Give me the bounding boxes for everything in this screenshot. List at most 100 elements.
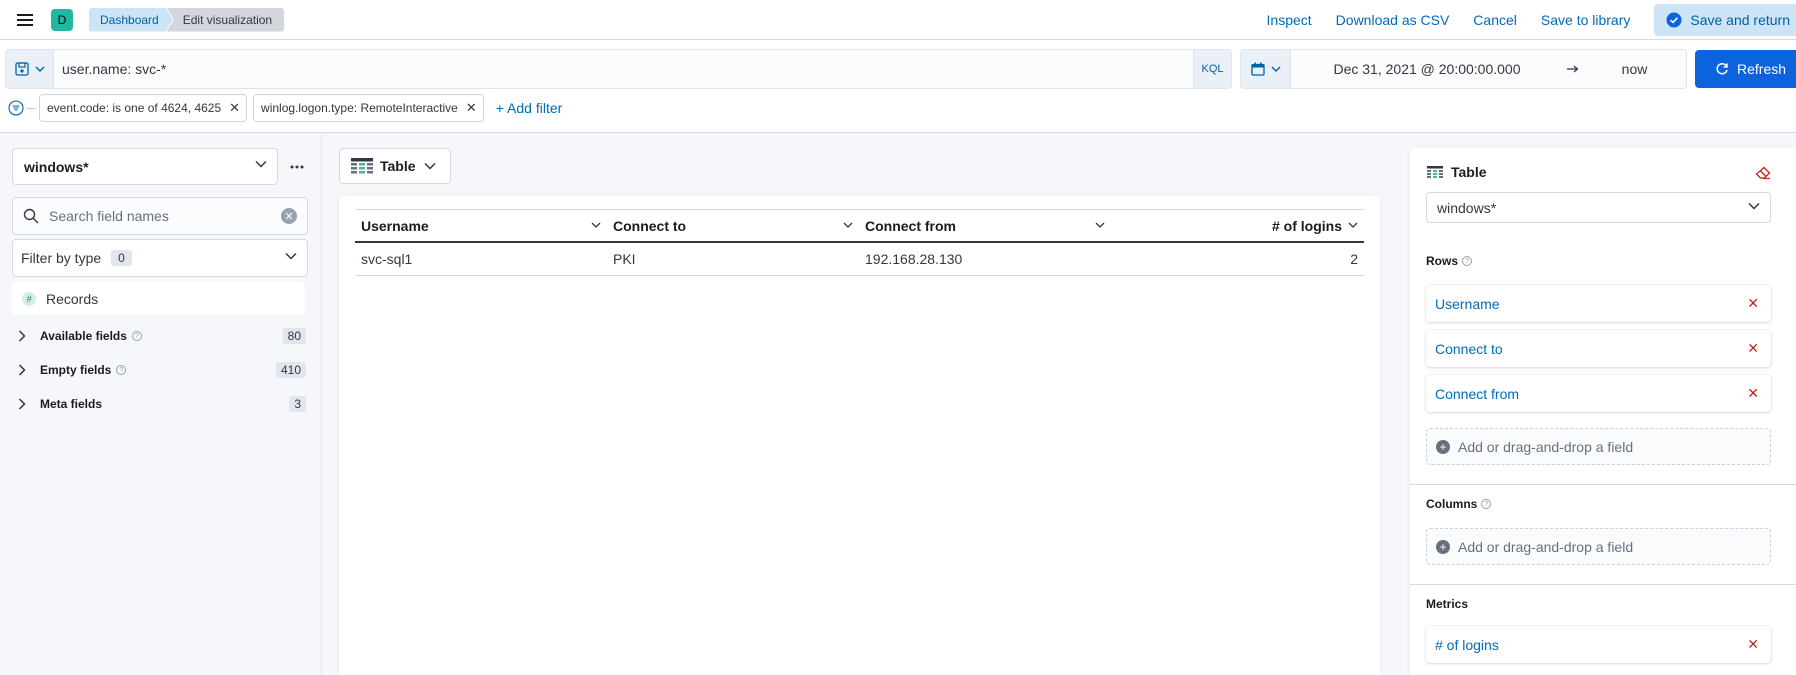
- add-column-field-dropzone[interactable]: + Add or drag-and-drop a field: [1426, 528, 1771, 565]
- chevron-right-icon: [18, 330, 30, 342]
- more-options-icon[interactable]: [288, 158, 306, 176]
- metric-logins[interactable]: # of logins ✕: [1426, 626, 1771, 663]
- query-bar: user.name: svc-* KQL Dec 31, 2021 @ 20:0…: [0, 40, 1796, 133]
- space-avatar[interactable]: D: [51, 8, 73, 31]
- dropzone-label: Add or drag-and-drop a field: [1458, 538, 1634, 555]
- chevron-down-icon[interactable]: [1095, 222, 1105, 228]
- download-csv-button[interactable]: Download as CSV: [1336, 12, 1450, 28]
- eraser-icon[interactable]: [1755, 166, 1771, 180]
- save-and-return-label: Save and return: [1690, 11, 1790, 28]
- column-header-username[interactable]: Username: [355, 210, 607, 241]
- header-actions: Inspect Download as CSV Cancel Save to l…: [1243, 0, 1796, 40]
- section-label: Available fields: [40, 329, 127, 343]
- help-icon[interactable]: ?: [1481, 499, 1492, 509]
- save-to-library-button[interactable]: Save to library: [1541, 12, 1630, 28]
- chevron-down-icon: [285, 252, 297, 260]
- available-fields-section[interactable]: Available fields ? 80: [18, 325, 306, 347]
- row-dimension-username[interactable]: Username ✕: [1426, 285, 1771, 322]
- query-language-button[interactable]: KQL: [1193, 50, 1231, 88]
- chevron-down-icon[interactable]: [591, 222, 601, 228]
- filter-count-badge: 0: [111, 250, 132, 266]
- breadcrumb-edit-visualization: Edit visualization: [166, 7, 285, 32]
- help-icon[interactable]: ?: [131, 331, 142, 341]
- chevron-down-icon: [1748, 202, 1760, 210]
- filter-menu-icon[interactable]: [8, 100, 24, 116]
- refresh-button[interactable]: Refresh: [1695, 50, 1796, 88]
- close-icon[interactable]: ✕: [229, 100, 240, 116]
- records-field[interactable]: # Records: [12, 282, 305, 315]
- meta-fields-section[interactable]: Meta fields 3: [18, 393, 306, 415]
- plus-icon: +: [1436, 439, 1450, 454]
- inspect-button[interactable]: Inspect: [1267, 12, 1312, 28]
- breadcrumb: Dashboard Edit visualization: [89, 7, 285, 32]
- close-icon[interactable]: ✕: [466, 100, 477, 116]
- rows-title-label: Rows: [1426, 254, 1459, 268]
- filter-bar: event.code: is one of 4624, 4625 ✕ winlo…: [8, 93, 562, 123]
- save-icon: [14, 62, 29, 76]
- dropzone-label: Add or drag-and-drop a field: [1458, 438, 1634, 455]
- save-and-return-button[interactable]: Save and return: [1654, 3, 1796, 36]
- field-search[interactable]: Search field names ✕: [12, 197, 308, 235]
- chevron-down-icon: [1271, 66, 1281, 72]
- refresh-icon: [1715, 62, 1729, 76]
- refresh-label: Refresh: [1737, 61, 1787, 77]
- plus-icon: +: [1436, 539, 1450, 554]
- metrics-group-title: Metrics: [1426, 597, 1468, 611]
- search-placeholder: Search field names: [49, 208, 169, 224]
- date-picker: Dec 31, 2021 @ 20:00:00.000 now: [1240, 49, 1687, 89]
- empty-fields-section[interactable]: Empty fields ? 410: [18, 359, 306, 381]
- saved-query-button[interactable]: [6, 50, 54, 88]
- records-label: Records: [46, 290, 99, 307]
- column-label: Connect to: [613, 217, 687, 234]
- close-icon[interactable]: ✕: [1747, 340, 1759, 357]
- help-icon[interactable]: ?: [1462, 256, 1473, 266]
- data-view-selector[interactable]: windows*: [12, 148, 278, 185]
- divider: [1410, 584, 1796, 585]
- clear-search-icon[interactable]: ✕: [281, 208, 297, 224]
- column-header-logins[interactable]: # of logins: [1111, 210, 1364, 241]
- cancel-button[interactable]: Cancel: [1473, 12, 1517, 28]
- filter-divider: [27, 107, 36, 109]
- layer-data-view-select[interactable]: windows*: [1426, 192, 1771, 223]
- start-date[interactable]: Dec 31, 2021 @ 20:00:00.000: [1291, 61, 1563, 77]
- table-header-row: Username Connect to Connect from # of lo…: [355, 209, 1364, 243]
- close-icon[interactable]: ✕: [1747, 385, 1759, 402]
- table-cell[interactable]: PKI: [607, 243, 859, 275]
- section-count: 410: [275, 362, 306, 378]
- close-icon[interactable]: ✕: [1747, 295, 1759, 312]
- columns-group-title: Columns ?: [1426, 497, 1492, 511]
- table-cell[interactable]: 192.168.28.130: [859, 243, 1111, 275]
- query-input[interactable]: user.name: svc-*: [54, 61, 1193, 77]
- row-dimension-connect-to[interactable]: Connect to ✕: [1426, 330, 1771, 367]
- dimension-label: Connect to: [1435, 340, 1503, 357]
- filter-by-type-button[interactable]: Filter by type 0: [12, 239, 308, 277]
- add-row-field-dropzone[interactable]: + Add or drag-and-drop a field: [1426, 428, 1771, 465]
- dimension-label: Connect from: [1435, 385, 1520, 402]
- menu-icon[interactable]: [13, 8, 37, 32]
- filter-pill-label: winlog.logon.type: RemoteInteractive: [261, 101, 458, 115]
- end-date[interactable]: now: [1583, 61, 1686, 77]
- section-label: Meta fields: [40, 397, 103, 411]
- dimension-label: Username: [1435, 295, 1500, 312]
- filter-pill-event-code[interactable]: event.code: is one of 4624, 4625 ✕: [39, 94, 248, 122]
- quick-select-button[interactable]: [1241, 50, 1291, 88]
- table-cell[interactable]: 2: [1111, 243, 1364, 275]
- close-icon[interactable]: ✕: [1747, 636, 1759, 653]
- filter-pill-logon-type[interactable]: winlog.logon.type: RemoteInteractive ✕: [253, 94, 484, 122]
- metrics-title-label: Metrics: [1426, 597, 1469, 611]
- chevron-down-icon[interactable]: [843, 222, 853, 228]
- add-filter-button[interactable]: + Add filter: [496, 100, 563, 116]
- column-header-connect-from[interactable]: Connect from: [859, 210, 1111, 241]
- column-label: Username: [361, 217, 429, 234]
- table-cell[interactable]: svc-sql1: [355, 243, 607, 275]
- breadcrumb-dashboard[interactable]: Dashboard: [89, 8, 173, 32]
- visualization-panel: Username Connect to Connect from # of lo…: [339, 196, 1380, 675]
- help-icon[interactable]: ?: [116, 365, 127, 375]
- table-icon: [1427, 166, 1443, 178]
- data-view-label: windows*: [24, 158, 89, 175]
- column-header-connect-to[interactable]: Connect to: [607, 210, 859, 241]
- chevron-down-icon[interactable]: [1348, 222, 1358, 228]
- chevron-down-icon: [424, 162, 436, 170]
- visualization-type-switch[interactable]: Table: [339, 148, 451, 184]
- row-dimension-connect-from[interactable]: Connect from ✕: [1426, 375, 1771, 412]
